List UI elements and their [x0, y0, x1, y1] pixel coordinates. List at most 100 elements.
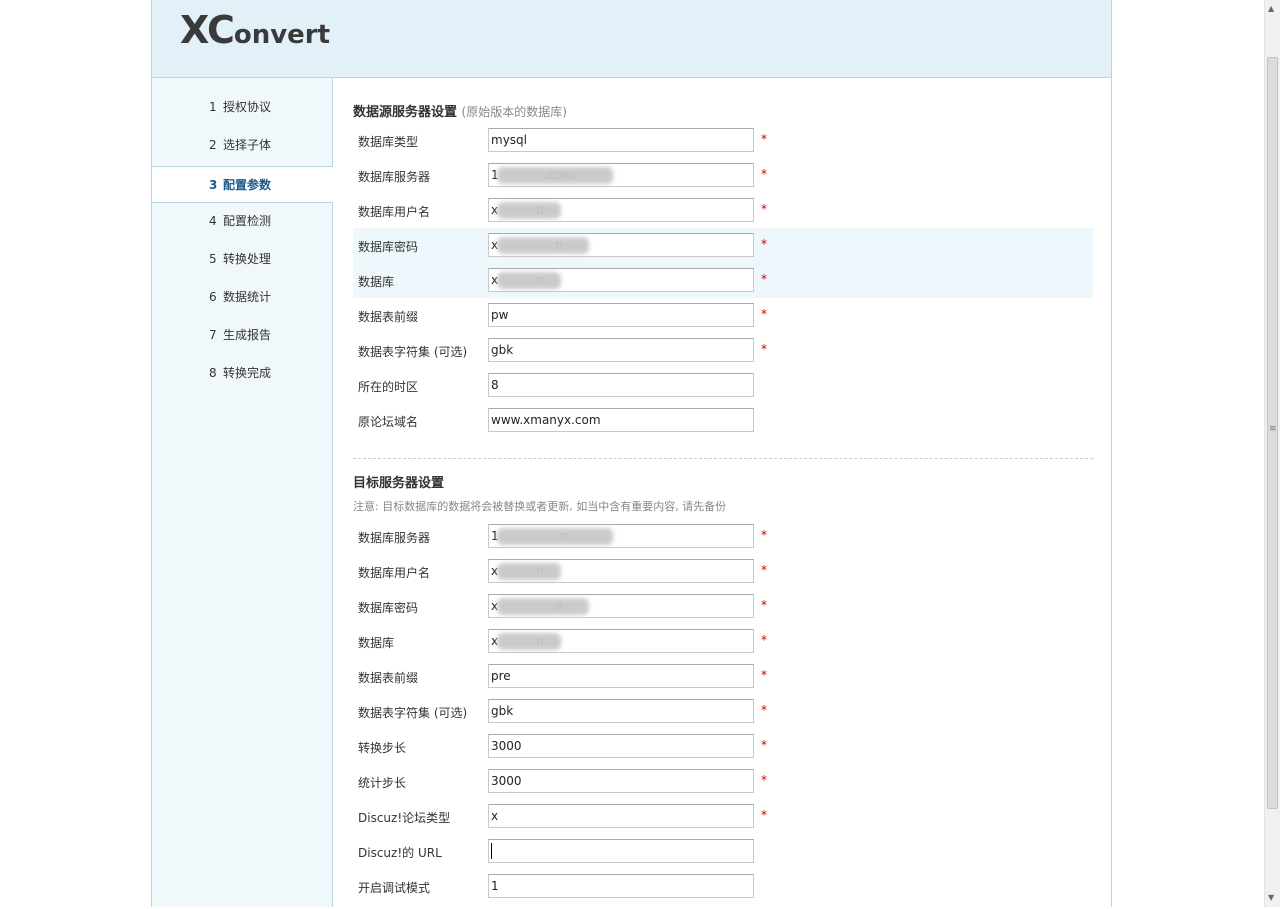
redaction-blur [497, 237, 589, 254]
field-label: 开启调试模式 [358, 881, 431, 895]
field-label: 数据库用户名 [358, 566, 431, 580]
step-5[interactable]: 5 转换处理 [152, 241, 332, 278]
step-label: 生成报告 [223, 328, 272, 342]
scroll-down-icon[interactable]: ▼ [1268, 893, 1274, 902]
step-7[interactable]: 7 生成报告 [152, 317, 332, 354]
required-mark: * [761, 307, 767, 321]
target-charset-row: 数据表字符集 (可选) * [353, 699, 1093, 734]
required-mark: * [761, 633, 767, 647]
source-db-server-row: 数据库服务器 * [353, 163, 1093, 198]
step-1[interactable]: 1 授权协议 [152, 89, 332, 126]
step-4[interactable]: 4 配置检测 [152, 203, 332, 240]
source-table-prefix-row: 数据表前缀 * [353, 303, 1093, 338]
scroll-up-icon[interactable]: ▲ [1268, 4, 1274, 13]
field-label: 数据库密码 [358, 601, 419, 615]
field-label: 数据库用户名 [358, 205, 431, 219]
source-db-type-input[interactable] [488, 128, 754, 152]
step-2[interactable]: 2 选择子体 [152, 127, 332, 164]
source-table-prefix-input[interactable] [488, 303, 754, 327]
field-label: 数据库服务器 [358, 170, 431, 184]
app-frame: XConvert 1 授权协议 2 选择子体 3 配置参数 4 配置检测 5 转换处理 6… [151, 0, 1112, 907]
section-divider [353, 458, 1093, 459]
redaction-blur [497, 598, 589, 615]
field-label: 数据库 [358, 275, 395, 289]
required-mark: * [761, 668, 767, 682]
target-table-prefix-row: 数据表前缀 * [353, 664, 1093, 699]
required-mark: * [761, 808, 767, 822]
source-charset-input[interactable] [488, 338, 754, 362]
target-section-title: 目标服务器设置 [353, 476, 445, 491]
target-charset-input[interactable] [488, 699, 754, 723]
source-db-type-row: 数据库类型 * [353, 128, 1093, 163]
target-db-password-row: 数据库密码 * [353, 594, 1093, 629]
step-label: 转换完成 [223, 366, 272, 380]
required-mark: * [761, 132, 767, 146]
target-debug-mode-row: 开启调试模式 [353, 874, 1093, 909]
target-stats-step-input[interactable] [488, 769, 754, 793]
steps-sidebar: 1 授权协议 2 选择子体 3 配置参数 4 配置检测 5 转换处理 6 数据统计 7 生成报… [152, 78, 333, 907]
logo-c: C [206, 8, 235, 52]
step-number: 1 [209, 100, 217, 114]
config-form: 数据源服务器设置 (原始版本的数据库) 数据库类型 * 数据库服务器 * 数据库… [333, 78, 1111, 907]
required-mark: * [761, 342, 767, 356]
target-discuz-url-row: Discuz!的 URL [353, 839, 1093, 874]
field-label: Discuz!论坛类型 [358, 811, 451, 825]
field-label: 数据库服务器 [358, 531, 431, 545]
target-db-server-row: 数据库服务器 * [353, 524, 1093, 559]
required-mark: * [761, 703, 767, 717]
field-label: 数据表前缀 [358, 310, 419, 324]
source-section-title: 数据源服务器设置 (原始版本的数据库) [353, 101, 567, 120]
step-8[interactable]: 8 转换完成 [152, 355, 332, 392]
step-6[interactable]: 6 数据统计 [152, 279, 332, 316]
target-db-name-row: 数据库 * [353, 629, 1093, 664]
step-number: 4 [209, 214, 217, 228]
source-timezone-input[interactable] [488, 373, 754, 397]
step-number: 6 [209, 290, 217, 304]
target-convert-step-input[interactable] [488, 734, 754, 758]
required-mark: * [761, 738, 767, 752]
scroll-thumb[interactable]: ≡ [1267, 57, 1278, 809]
source-db-password-row: 数据库密码 * [353, 233, 1093, 268]
required-mark: * [761, 202, 767, 216]
required-mark: * [761, 773, 767, 787]
logo-rest: onvert [233, 20, 331, 50]
field-label: 数据表字符集 (可选) [358, 706, 468, 720]
target-discuz-type-input[interactable] [488, 804, 754, 828]
field-label: 统计步长 [358, 776, 407, 790]
step-label: 转换处理 [223, 252, 272, 266]
required-mark: * [761, 167, 767, 181]
redaction-blur [497, 167, 613, 184]
step-label: 数据统计 [223, 290, 272, 304]
step-label: 配置检测 [223, 214, 272, 228]
target-table-prefix-input[interactable] [488, 664, 754, 688]
field-label: 转换步长 [358, 741, 407, 755]
required-mark: * [761, 528, 767, 542]
required-mark: * [761, 563, 767, 577]
step-number: 8 [209, 366, 217, 380]
target-stats-step-row: 统计步长 * [353, 769, 1093, 804]
logo: XConvert [180, 8, 330, 52]
step-3-active[interactable]: 3 配置参数 [152, 166, 333, 203]
field-label: Discuz!的 URL [358, 846, 442, 860]
redaction-blur [497, 563, 561, 580]
field-label: 原论坛域名 [358, 415, 419, 429]
field-label: 数据库 [358, 636, 395, 650]
step-number: 3 [209, 178, 218, 192]
step-number: 2 [209, 138, 217, 152]
target-debug-mode-input[interactable] [488, 874, 754, 898]
required-mark: * [761, 598, 767, 612]
source-charset-row: 数据表字符集 (可选) * [353, 338, 1093, 373]
source-db-user-row: 数据库用户名 * [353, 198, 1093, 233]
source-domain-input[interactable] [488, 408, 754, 432]
redaction-blur [497, 272, 561, 289]
logo-x: X [180, 8, 208, 52]
target-discuz-url-input[interactable] [488, 839, 754, 863]
text-caret [491, 843, 492, 859]
target-db-user-row: 数据库用户名 * [353, 559, 1093, 594]
field-label: 数据表前缀 [358, 671, 419, 685]
target-convert-step-row: 转换步长 * [353, 734, 1093, 769]
source-title-text: 数据源服务器设置 [353, 105, 458, 120]
source-timezone-row: 所在的时区 [353, 373, 1093, 408]
vertical-scrollbar[interactable]: ▲ ≡ ▼ [1264, 0, 1280, 907]
source-db-name-row: 数据库 * [353, 268, 1093, 303]
